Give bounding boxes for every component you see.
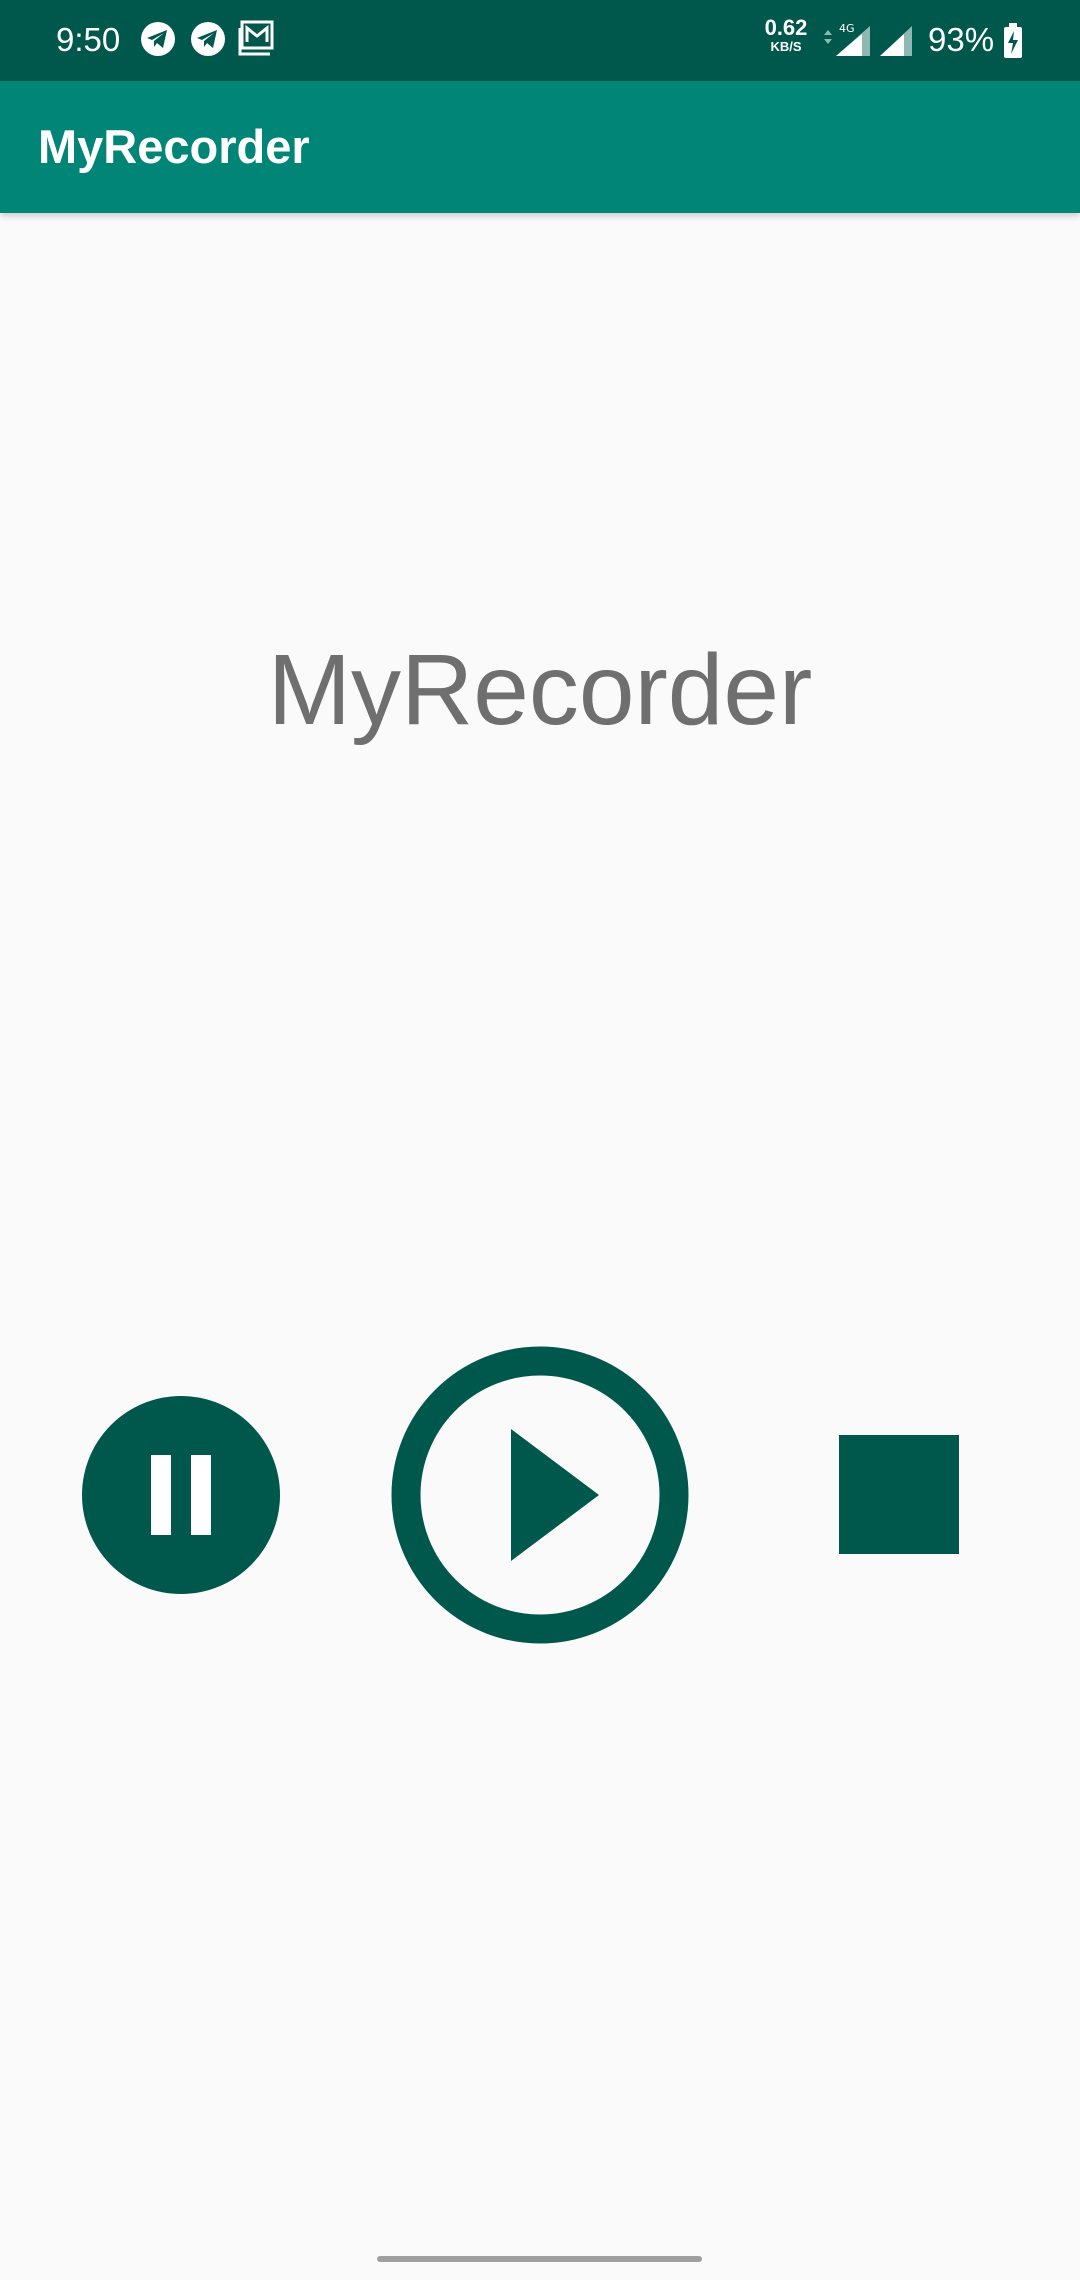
battery-charging-icon xyxy=(1004,23,1022,58)
network-speed: 0.62 KB/S xyxy=(758,16,814,54)
recorder-label: MyRecorder xyxy=(267,634,813,746)
telegram-icon xyxy=(141,22,175,56)
signal-strength-icon xyxy=(880,26,912,56)
signal-4g-icon: 4G xyxy=(824,22,870,56)
gesture-nav-handle[interactable] xyxy=(377,2256,702,2262)
network-type-label: 4G xyxy=(839,22,855,35)
app-bar: MyRecorder xyxy=(0,81,1080,213)
play-button[interactable] xyxy=(391,1346,689,1644)
stop-icon xyxy=(839,1435,959,1554)
network-speed-unit: KB/S xyxy=(770,39,802,54)
battery-percent: 93% xyxy=(928,21,995,58)
stop-button[interactable] xyxy=(839,1435,959,1554)
pause-button[interactable] xyxy=(81,1395,281,1595)
gmail-icon xyxy=(238,20,274,56)
telegram-icon xyxy=(191,22,225,56)
status-time: 9:50 xyxy=(56,21,121,58)
pause-icon xyxy=(82,1396,280,1594)
network-speed-value: 0.62 xyxy=(764,15,808,40)
app-title: MyRecorder xyxy=(38,120,310,173)
status-bar: 9:50 0.62 KB/S 4G 93% xyxy=(0,0,1080,81)
play-icon xyxy=(391,1346,689,1644)
